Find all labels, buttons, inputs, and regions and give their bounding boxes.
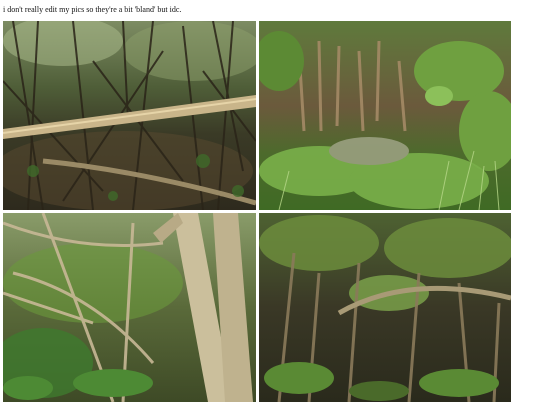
forest-photo-4[interactable] [259,213,511,402]
post-page: i don't really edit my pics so they're a… [0,0,540,405]
post-caption: i don't really edit my pics so they're a… [3,5,182,14]
forest-photo-2[interactable] [259,21,511,210]
forest-photo-1[interactable] [3,21,256,210]
forest-photo-3[interactable] [3,213,256,402]
